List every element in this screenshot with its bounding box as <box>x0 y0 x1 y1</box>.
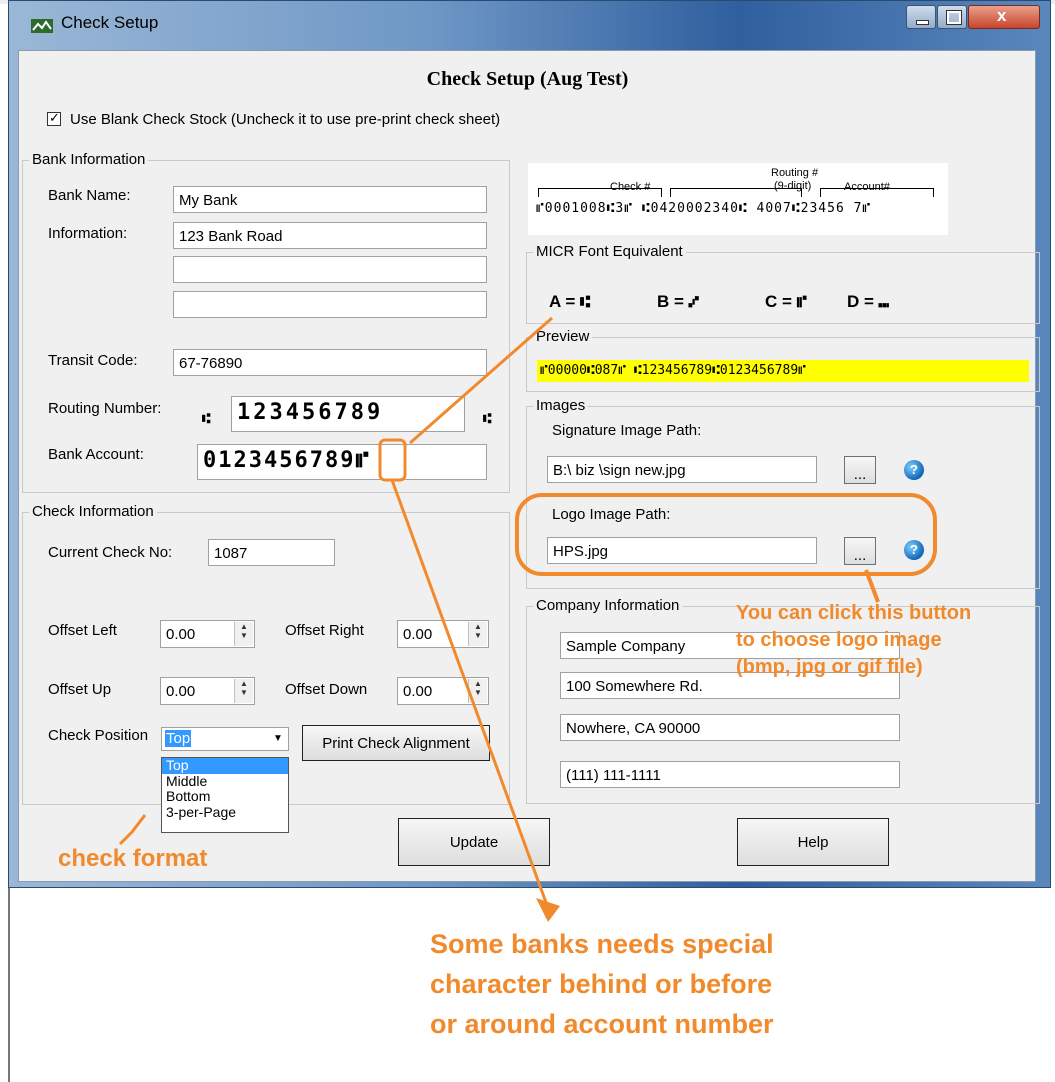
format-annotation: check format <box>58 845 208 872</box>
arrow-to-format-note <box>118 814 147 846</box>
arrow-to-bank-note <box>390 479 550 909</box>
bank-annotation: Some banks needs special character behin… <box>430 924 774 1044</box>
left-edge-line <box>8 888 10 1082</box>
logo-annotation: You can click this button to choose logo… <box>736 600 971 681</box>
annotation-overlay <box>118 316 937 922</box>
bank-annotation-line: or around account number <box>430 1009 774 1039</box>
logo-annotation-line: (bmp, jpg or gif file) <box>736 656 923 678</box>
arrowhead-bank-note <box>536 898 560 922</box>
logo-path-highlight <box>515 493 937 576</box>
bank-annotation-line: character behind or before <box>430 969 773 999</box>
logo-annotation-line: to choose logo image <box>736 629 942 651</box>
bank-annotation-line: Some banks needs special <box>430 929 774 959</box>
account-symbol-highlight <box>378 438 407 482</box>
logo-annotation-line: You can click this button <box>736 602 972 624</box>
arrow-to-micr-key <box>409 316 553 445</box>
